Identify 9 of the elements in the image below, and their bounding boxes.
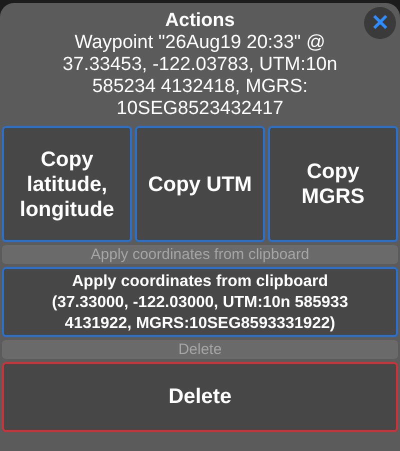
dialog-title: Actions — [165, 10, 235, 32]
action-caption: Delete — [2, 340, 398, 359]
copy-button[interactable]: Copy MGRS — [268, 126, 398, 242]
copy-button[interactable]: Copy latitude, longitude — [2, 126, 132, 242]
delete-button[interactable]: Delete — [2, 362, 398, 432]
dialog-message: Waypoint "26Aug19 20:33" @ 37.33453, -122.03783, UTM:10n 585234 4132418, MGRS: 10SEG8523432417 — [62, 32, 338, 120]
apply-button[interactable]: Apply coordinates from clipboard (37.33000, -122.03000, UTM:10n 585933 4131922, MGRS:10SEG8593331922) — [2, 267, 398, 337]
copy-button[interactable]: Copy UTM — [135, 126, 265, 242]
action-caption: Apply coordinates from clipboard — [2, 245, 398, 264]
